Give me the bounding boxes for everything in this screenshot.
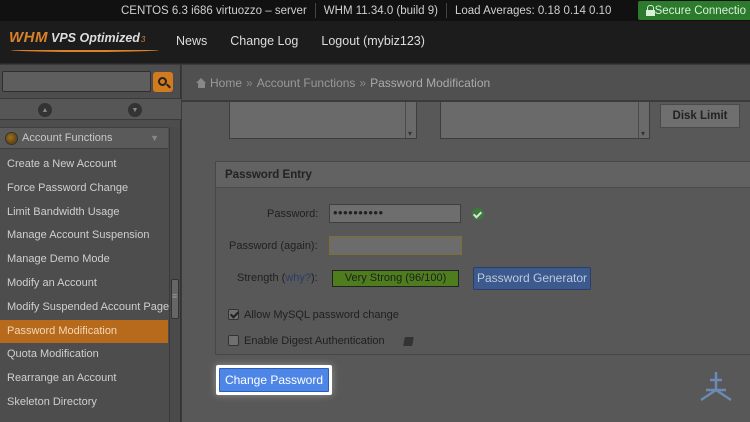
list-scrollbar[interactable] [405,102,416,138]
sidebar-section-account-functions[interactable]: Account Functions ▼ [0,127,168,149]
sidebar-item-password-modification[interactable]: Password Modification [0,319,168,344]
sidebar-item-modify-account[interactable]: Modify an Account [0,272,168,296]
strength-label: Strength (why?): [237,272,318,284]
load-averages: Load Averages: 0.18 0.14 0.10 [454,4,612,17]
sidebar-item-create-account[interactable]: Create a New Account [0,153,168,177]
sidebar-search-input[interactable] [2,71,151,92]
nav-news-link[interactable]: News [176,34,207,48]
password-again-label: Password (again): [229,240,318,252]
list-scrollbar[interactable] [638,102,649,138]
password-generator-button[interactable]: Password Generator [473,267,591,290]
nav-logout-link[interactable]: Logout (mybiz123) [321,34,425,48]
account-list-box[interactable] [229,102,417,139]
lock-icon [646,5,655,16]
password-entry-panel: Password Entry Password: •••••••••• Pass… [215,161,750,355]
nav-change-log-link[interactable]: Change Log [230,34,298,48]
password-strength-meter: Very Strong (96/100) [332,270,459,287]
logo-swoosh [11,48,159,52]
info-icon[interactable] [403,337,414,346]
breadcrumb: Home » Account Functions » Password Modi… [182,65,750,101]
server-status-bar: CENTOS 6.3 i686 virtuozzo – server WHM 1… [0,0,750,21]
package-list-box[interactable] [440,102,650,139]
breadcrumb-current: Password Modification [370,75,491,90]
watermark-logo-icon [700,372,732,402]
secure-connection-badge: Secure Connectio [638,1,750,20]
panel-title: Password Entry [216,162,750,188]
whm-version: WHM 11.34.0 (build 9) [323,4,438,17]
chevron-down-icon: ▼ [150,133,159,143]
home-icon[interactable] [196,77,207,88]
breadcrumb-separator: » [359,75,367,90]
sidebar-item-skeleton-directory[interactable]: Skeleton Directory [0,391,168,415]
password-again-field[interactable] [329,236,462,255]
check-icon [472,208,484,220]
why-link[interactable]: why? [285,272,311,284]
digest-auth-label: Enable Digest Authentication [244,335,385,347]
breadcrumb-separator: » [246,75,253,90]
sidebar: ▲ ▼ Account Functions ▼ Create a New Acc… [0,65,181,422]
sidebar-scrollbar[interactable] [169,127,180,422]
breadcrumb-account-functions[interactable]: Account Functions [257,76,356,90]
sidebar-item-force-password-change[interactable]: Force Password Change [0,177,168,201]
strength-label-text: Strength ( [237,272,286,284]
sidebar-item-manage-demo-mode[interactable]: Manage Demo Mode [0,248,168,272]
whm-logo[interactable]: WHM VPS Optimized 3 [9,29,159,53]
secure-connection-label: Secure Connectio [654,4,746,17]
sidebar-scroll-controls: ▲ ▼ [0,98,181,120]
password-label: Password: [267,208,319,220]
allow-mysql-checkbox[interactable] [228,309,239,320]
sidebar-item-limit-bandwidth[interactable]: Limit Bandwidth Usage [0,201,168,225]
sidebar-menu: Create a New Account Force Password Chan… [0,153,169,415]
sidebar-scrollbar-thumb[interactable] [171,279,179,319]
password-field[interactable]: •••••••••• [329,204,461,223]
scroll-up-icon[interactable]: ▲ [38,103,52,117]
server-info: CENTOS 6.3 i686 virtuozzo – server [121,4,307,17]
allow-mysql-label: Allow MySQL password change [244,309,399,321]
scroll-down-icon[interactable]: ▼ [128,103,142,117]
app-header: WHM VPS Optimized 3 News Change Log Logo… [0,21,750,64]
change-password-label: Change Password [219,368,329,392]
sidebar-search [0,68,181,96]
sidebar-item-rearrange-account[interactable]: Rearrange an Account [0,367,168,391]
digest-auth-checkbox[interactable] [228,335,239,346]
breadcrumb-home[interactable]: Home [210,76,242,90]
logo-whm: WHM [9,29,48,46]
sidebar-item-modify-suspended-page[interactable]: Modify Suspended Account Page [0,296,169,320]
sidebar-section-label: Account Functions [22,132,113,144]
sidebar-search-button[interactable] [153,72,173,92]
strength-label-close: ): [311,272,318,284]
sidebar-item-quota-modification[interactable]: Quota Modification [0,343,168,367]
sidebar-item-manage-suspension[interactable]: Manage Account Suspension [0,224,168,248]
logo-superscript: 3 [140,35,146,44]
logo-vps: VPS Optimized [51,31,140,45]
disk-limit-header: Disk Limit [660,104,740,128]
change-password-button[interactable]: Change Password [216,365,332,395]
search-icon [157,76,167,86]
top-nav: News Change Log Logout (mybiz123) [176,34,448,48]
account-functions-icon [5,131,18,145]
